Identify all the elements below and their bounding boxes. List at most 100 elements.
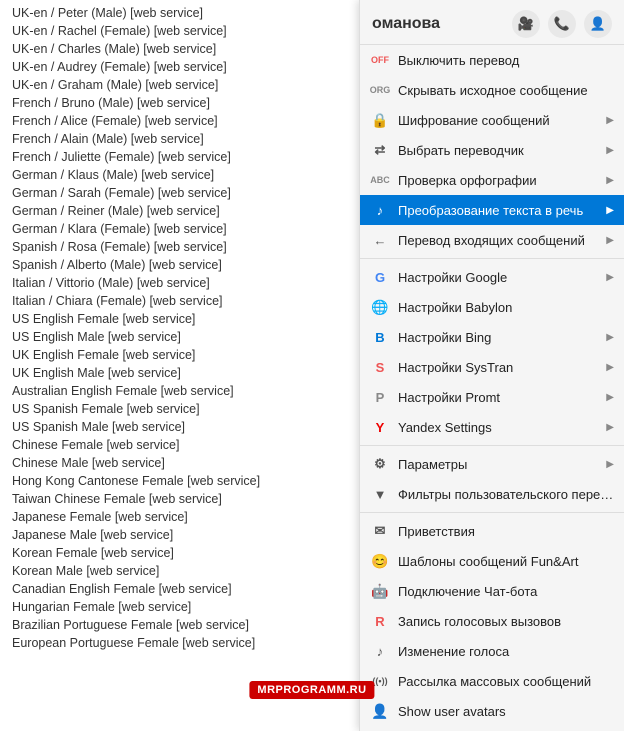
menu-item-voice-record[interactable]: RЗапись голосовых вызовов [360,606,624,636]
menu-item-hide-original[interactable]: ORG Скрывать исходное сообщение [360,75,624,105]
menu-item-label: Запись голосовых вызовов [398,614,614,629]
menu-item-arrow: ▶ [606,422,614,433]
menu-item-arrow: ▶ [606,205,614,216]
menu-item-spell-check[interactable]: ABCПроверка орфографии▶ [360,165,624,195]
voice-item[interactable]: German / Sarah (Female) [web service] [0,184,370,202]
voice-item[interactable]: US Spanish Male [web service] [0,418,370,436]
voice-item[interactable]: UK-en / Rachel (Female) [web service] [0,22,370,40]
voice-item[interactable]: Hungarian Female [web service] [0,598,370,616]
voice-item[interactable]: UK English Female [web service] [0,346,370,364]
menu-item-filter-incoming[interactable]: ← Перевод входящих сообщений▶ [360,225,624,255]
menu-item-icon: G [370,267,390,287]
voice-item[interactable]: French / Alice (Female) [web service] [0,112,370,130]
menu-item-greeting[interactable]: ✉Приветствия [360,516,624,546]
menu-item-promt-settings[interactable]: P Настройки Promt▶ [360,382,624,412]
menu-item-icon: 🔒 [370,110,390,130]
voice-item[interactable]: UK-en / Graham (Male) [web service] [0,76,370,94]
menu-list: OFF Выключить перевод ORG Скрывать исходное… [360,45,624,731]
menu-item-icon: ♪ [370,200,390,220]
voice-item[interactable]: German / Klara (Female) [web service] [0,220,370,238]
voice-item[interactable]: Japanese Male [web service] [0,526,370,544]
menu-item-label: Подключение Чат-бота [398,584,614,599]
menu-item-chatbot[interactable]: 🤖Подключение Чат-бота [360,576,624,606]
menu-item-arrow: ▶ [606,332,614,343]
menu-item-icon: B [370,327,390,347]
voice-item[interactable]: Chinese Male [web service] [0,454,370,472]
menu-item-label: Настройки Promt [398,390,606,405]
menu-item-mass-send[interactable]: ((•))Рассылка массовых сообщений [360,666,624,696]
menu-item-arrow: ▶ [606,175,614,186]
menu-divider [360,445,624,446]
menu-item-icon: ⚙ [370,454,390,474]
menu-item-babylon-settings[interactable]: 🌐 Настройки Babylon [360,292,624,322]
menu-item-icon: ✉ [370,521,390,541]
menu-item-label: Настройки Babylon [398,300,614,315]
menu-item-bing-settings[interactable]: BНастройки Bing▶ [360,322,624,352]
voice-item[interactable]: Italian / Chiara (Female) [web service] [0,292,370,310]
context-menu: оманова 🎥 📞 👤 OFF Выключить перевод ORG Скр… [359,0,624,731]
voice-call-button[interactable]: 📞 [548,10,576,38]
voice-item[interactable]: French / Alain (Male) [web service] [0,130,370,148]
voice-item[interactable]: US English Male [web service] [0,328,370,346]
voice-item[interactable]: Australian English Female [web service] [0,382,370,400]
menu-item-icon: Y [370,417,390,437]
menu-item-icon: ▼ [370,484,390,504]
menu-item-fun-art[interactable]: 😊Шаблоны сообщений Fun&Art [360,546,624,576]
menu-item-email-notify[interactable]: MEmail Notifications [360,726,624,731]
menu-item-arrow: ▶ [606,272,614,283]
menu-item-arrow: ▶ [606,115,614,126]
voice-item[interactable]: US Spanish Female [web service] [0,400,370,418]
voice-item[interactable]: US English Female [web service] [0,310,370,328]
menu-item-systran-settings[interactable]: SНастройки SysTran▶ [360,352,624,382]
chat-title: оманова [372,15,440,33]
menu-item-label: Выключить перевод [398,53,614,68]
voice-item[interactable]: Korean Male [web service] [0,562,370,580]
voice-item[interactable]: Spanish / Alberto (Male) [web service] [0,256,370,274]
menu-item-encrypt[interactable]: 🔒Шифрование сообщений▶ [360,105,624,135]
menu-item-label: Перевод входящих сообщений [398,233,606,248]
voice-item[interactable]: Canadian English Female [web service] [0,580,370,598]
voice-item[interactable]: European Portuguese Female [web service] [0,634,370,652]
voice-item[interactable]: Spanish / Rosa (Female) [web service] [0,238,370,256]
menu-item-label: Шаблоны сообщений Fun&Art [398,554,614,569]
menu-item-icon: OFF [370,50,390,70]
menu-item-change-voice[interactable]: ♪Изменение голоса [360,636,624,666]
menu-item-off-translation[interactable]: OFF Выключить перевод [360,45,624,75]
menu-item-yandex-settings[interactable]: YYandex Settings▶ [360,412,624,442]
video-call-button[interactable]: 🎥 [512,10,540,38]
menu-item-icon: ← [370,230,390,250]
voice-item[interactable]: UK-en / Audrey (Female) [web service] [0,58,370,76]
menu-item-user-translation-filter[interactable]: ▼Фильтры пользовательского перевода [360,479,624,509]
menu-item-arrow: ▶ [606,392,614,403]
voice-item[interactable]: German / Reiner (Male) [web service] [0,202,370,220]
menu-item-label: Настройки SysTran [398,360,606,375]
menu-item-label: Show user avatars [398,704,614,719]
voice-item[interactable]: French / Juliette (Female) [web service] [0,148,370,166]
voice-item[interactable]: Chinese Female [web service] [0,436,370,454]
voice-item[interactable]: Hong Kong Cantonese Female [web service] [0,472,370,490]
voice-item[interactable]: UK-en / Charles (Male) [web service] [0,40,370,58]
voice-item[interactable]: Japanese Female [web service] [0,508,370,526]
voice-item[interactable]: UK-en / Peter (Male) [web service] [0,4,370,22]
voice-list-panel[interactable]: UK-en / Peter (Male) [web service]UK-en … [0,0,370,731]
voice-item[interactable]: UK English Male [web service] [0,364,370,382]
voice-item[interactable]: Brazilian Portuguese Female [web service… [0,616,370,634]
menu-item-icon: P [370,387,390,407]
chat-header: оманова 🎥 📞 👤 [360,0,624,45]
menu-item-icon: 🌐 [370,297,390,317]
menu-item-show-avatars[interactable]: 👤Show user avatars [360,696,624,726]
menu-item-choose-translator[interactable]: ⇄Выбрать переводчик▶ [360,135,624,165]
menu-item-google-settings[interactable]: GНастройки Google▶ [360,262,624,292]
voice-item[interactable]: German / Klaus (Male) [web service] [0,166,370,184]
voice-item[interactable]: Taiwan Chinese Female [web service] [0,490,370,508]
voice-item[interactable]: Korean Female [web service] [0,544,370,562]
menu-item-icon: ORG [370,80,390,100]
voice-item[interactable]: French / Bruno (Male) [web service] [0,94,370,112]
menu-item-label: Скрывать исходное сообщение [398,83,614,98]
voice-item[interactable]: Italian / Vittorio (Male) [web service] [0,274,370,292]
menu-item-icon: ABC [370,170,390,190]
menu-item-arrow: ▶ [606,235,614,246]
add-contact-button[interactable]: 👤 [584,10,612,38]
menu-item-tts[interactable]: ♪Преобразование текста в речь▶ [360,195,624,225]
menu-item-parameters[interactable]: ⚙Параметры▶ [360,449,624,479]
